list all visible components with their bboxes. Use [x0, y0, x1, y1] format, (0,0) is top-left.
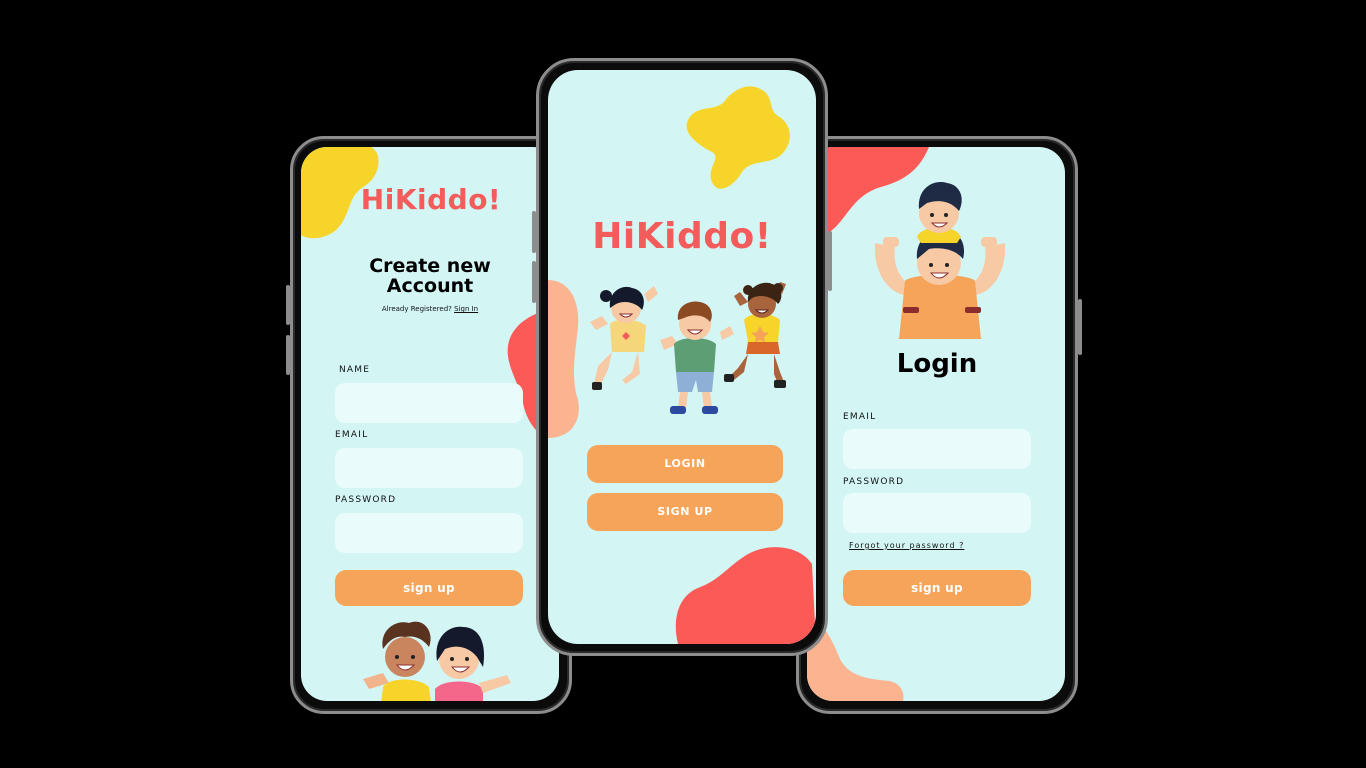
page-title: Login [896, 349, 978, 379]
side-button [532, 261, 536, 303]
sign-up-button[interactable]: sign up [335, 570, 523, 606]
email-field[interactable] [335, 448, 523, 488]
side-button [828, 231, 832, 291]
phone-login: Login EMAIL PASSWORD Forgot your passwor… [796, 136, 1082, 714]
phone-signup: HiKiddo! Create new Account Already Regi… [286, 136, 572, 714]
side-button [286, 285, 290, 325]
sign-up-button[interactable]: sign up [843, 570, 1031, 606]
kids-waving-illustration [363, 621, 511, 701]
login-screen: Login EMAIL PASSWORD Forgot your passwor… [807, 147, 1065, 701]
password-field[interactable] [843, 493, 1031, 533]
side-button [532, 211, 536, 253]
brand-logo: HiKiddo! [360, 183, 502, 216]
phone-welcome: HiKiddo! LOGIN SIGN UP [532, 58, 832, 656]
side-button [286, 335, 290, 375]
email-field[interactable] [843, 429, 1031, 469]
red-blob-decoration [675, 547, 816, 644]
password-label: PASSWORD [843, 477, 905, 487]
already-registered-row: Already Registered? Sign In [331, 305, 529, 313]
signup-screen: HiKiddo! Create new Account Already Regi… [301, 147, 559, 701]
login-button[interactable]: LOGIN [587, 445, 783, 483]
yellow-blob-decoration [686, 86, 790, 189]
peach-blob-decoration [548, 280, 579, 438]
welcome-screen: HiKiddo! LOGIN SIGN UP [548, 70, 816, 644]
three-kids-jumping-illustration [590, 282, 786, 414]
brand-logo: HiKiddo! [592, 216, 772, 257]
father-child-shoulders-illustration [875, 182, 1005, 339]
side-button [1078, 299, 1082, 355]
name-label: NAME [339, 365, 371, 375]
password-field[interactable] [335, 513, 523, 553]
sign-in-link[interactable]: Sign In [454, 305, 478, 313]
password-label: PASSWORD [335, 495, 397, 505]
sign-up-button[interactable]: SIGN UP [587, 493, 783, 531]
name-field[interactable] [335, 383, 523, 423]
email-label: EMAIL [335, 430, 369, 440]
already-registered-text: Already Registered? [381, 305, 452, 313]
email-label: EMAIL [843, 412, 877, 422]
page-title-line2: Account [386, 275, 474, 297]
page-title-line1: Create new [369, 255, 491, 277]
forgot-password-link[interactable]: Forgot your password ? [849, 541, 964, 550]
